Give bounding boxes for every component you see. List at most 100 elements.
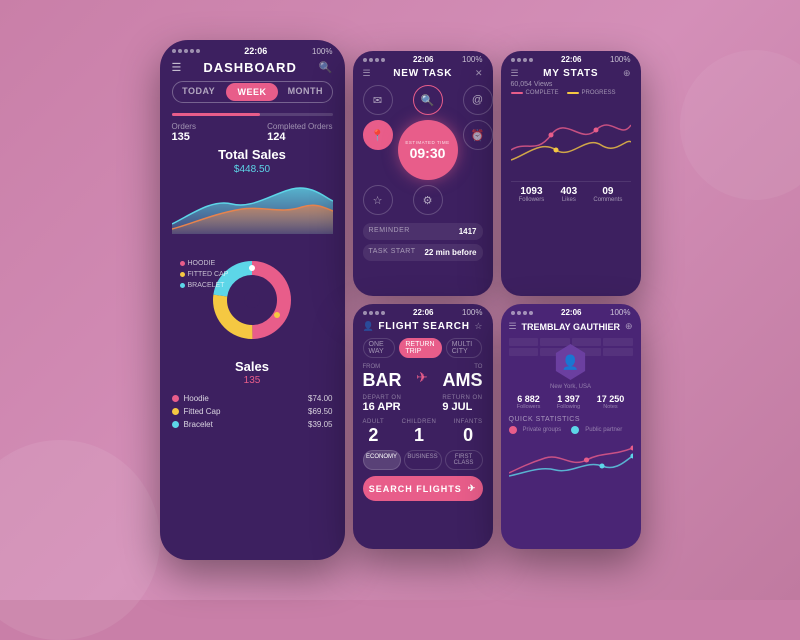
fs-dates-row: DEPART ON 16 APR RETURN ON 9 JUL	[363, 395, 483, 413]
legend-label-hoodie: Hoodie	[184, 394, 209, 403]
fs-class-economy[interactable]: ECONOMY	[363, 450, 401, 470]
fs-tab-multi[interactable]: MULTI CITY	[446, 338, 483, 358]
flight-content: 👤 FLIGHT SEARCH ☆ ONE WAY RETURN TRIP MU…	[353, 319, 493, 509]
new-task-phone: 22:06 100% ☰ NEW TASK ✕ ✉ 🔍	[353, 51, 493, 296]
ms-likes: 403 Likes	[560, 186, 577, 203]
pr-battery: 100%	[610, 308, 630, 317]
dashboard-header: ☰ DASHBOARD 🔍	[172, 58, 333, 81]
fs-header: 👤 FLIGHT SEARCH ☆	[363, 321, 483, 332]
fs-tab-oneway[interactable]: ONE WAY	[363, 338, 396, 358]
pr-header: ☰ TREMBLAY GAUTHIER ⊕	[509, 321, 633, 332]
progress-bar-wrap	[172, 113, 333, 116]
pr-hamburger-icon[interactable]: ☰	[509, 321, 517, 332]
pr-partner-row: Private groups Public partner	[509, 426, 633, 434]
tab-week[interactable]: WEEK	[226, 83, 278, 101]
nt-status-bar: 22:06 100%	[353, 51, 493, 66]
pr-quick-stats-title: QUICK STATISTICS	[509, 416, 633, 423]
nt-signal	[363, 58, 385, 62]
hamburger-icon[interactable]: ☰	[172, 61, 182, 74]
completed-num: 124	[267, 131, 332, 143]
flight-search-phone: 22:06 100% 👤 FLIGHT SEARCH ☆ ONE WAY RET…	[353, 304, 493, 549]
tab-month[interactable]: MONTH	[279, 82, 331, 102]
nt-reminder-row: REMINDER 1417	[363, 223, 483, 240]
ms-time: 22:06	[561, 55, 581, 64]
fs-plane-icon: ✈	[416, 369, 428, 386]
fs-class-business[interactable]: BUSINESS	[404, 450, 442, 470]
fs-tab-return[interactable]: RETURN TRIP	[399, 338, 441, 358]
nt-hamburger-icon[interactable]: ☰	[363, 68, 371, 79]
ms-legend-complete: COMPLETE	[511, 90, 559, 96]
nt-timer: ESTIMATED TIME 09:30	[398, 120, 458, 180]
orders-label: Orders	[172, 122, 196, 131]
donut-label-hoodie: HOODIE	[180, 260, 229, 267]
pr-private-label: Private groups	[523, 427, 562, 433]
pr-notes-label: Notes	[597, 404, 625, 410]
orders-row: Orders 135 Completed Orders 124	[172, 122, 333, 143]
pr-signal	[511, 311, 533, 315]
nt-at-icon[interactable]: @	[463, 85, 493, 115]
pr-notes-num: 17 250	[597, 394, 625, 404]
ms-followers-label: Followers	[519, 197, 545, 203]
fs-star-icon[interactable]: ☆	[474, 321, 482, 332]
nt-pin-icon[interactable]: 📍	[363, 120, 393, 150]
ms-legend: COMPLETE PROGRESS	[511, 90, 631, 96]
nt-taskstart-label: TASK START	[369, 248, 416, 257]
my-stats-phone: 22:06 100% ☰ MY STATS ⊕ 60,054 Views	[501, 51, 641, 296]
fs-from-city: BAR	[363, 370, 402, 391]
ms-title: MY STATS	[519, 68, 623, 79]
nt-taskstart-val: 22 min before	[424, 248, 476, 257]
pr-quick-chart	[509, 438, 633, 478]
legend-hoodie: Hoodie $74.00	[172, 394, 333, 403]
search-flights-button[interactable]: SEARCH FLIGHTS ✈	[363, 476, 483, 501]
ms-battery: 100%	[610, 55, 630, 64]
nt-header: ☰ NEW TASK ✕	[363, 68, 483, 79]
nt-star-icon[interactable]: ☆	[363, 185, 393, 215]
status-bar: 22:06 100%	[160, 40, 345, 58]
pr-location: New York, USA	[509, 384, 633, 390]
fs-time: 22:06	[413, 308, 433, 317]
ms-add-icon[interactable]: ⊕	[623, 68, 631, 79]
ms-likes-num: 403	[560, 186, 577, 197]
ms-signal	[511, 58, 533, 62]
fs-return-date: 9 JUL	[442, 401, 482, 413]
ms-legend-line-complete	[511, 92, 523, 94]
fs-children-num: 1	[402, 425, 437, 446]
dashboard-title: DASHBOARD	[181, 60, 318, 75]
nt-settings-icon[interactable]: ⚙	[413, 185, 443, 215]
status-time: 22:06	[244, 46, 267, 56]
search-plane-icon: ✈	[468, 483, 477, 494]
small-phones-column: 22:06 100% ☰ NEW TASK ✕ ✉ 🔍	[353, 51, 641, 549]
orders-num: 135	[172, 131, 196, 143]
decorative-circle-1	[0, 440, 160, 640]
fs-to-city: AMS	[442, 370, 482, 391]
legend-fittedcap: Fitted Cap $69.50	[172, 407, 333, 416]
ms-legend-progress: PROGRESS	[567, 90, 616, 96]
nt-clock-icon[interactable]: ⏰	[463, 120, 493, 150]
fs-class-tabs: ECONOMY BUSINESS FIRST CLASS	[363, 450, 483, 470]
nt-taskstart-row: TASK START 22 min before	[363, 244, 483, 261]
search-flights-label: SEARCH FLIGHTS	[369, 484, 462, 494]
nt-close-icon[interactable]: ✕	[475, 68, 483, 79]
nt-search-icon[interactable]: 🔍	[413, 85, 443, 115]
period-tabs: TODAY WEEK MONTH	[172, 81, 333, 103]
profile-content: ☰ TREMBLAY GAUTHIER ⊕	[501, 319, 641, 489]
fs-class-first[interactable]: FIRST CLASS	[445, 450, 483, 470]
area-chart	[172, 179, 333, 234]
nt-mail-icon[interactable]: ✉	[363, 85, 393, 115]
donut-label-fittedcap: FITTED CAP	[180, 271, 229, 278]
pr-private-dot	[509, 426, 517, 434]
nt-icons-grid: ✉ 🔍 @ 📍 ESTIMATED TIME 09:30 ⏰ ⚙ ☆	[363, 85, 483, 215]
search-icon[interactable]: 🔍	[319, 61, 333, 74]
nt-reminder-val: 1417	[459, 227, 477, 236]
fs-user-icon[interactable]: 👤	[363, 321, 374, 332]
pr-following-num: 1 397	[557, 394, 580, 404]
ms-comments: 09 Comments	[593, 186, 622, 203]
pr-name: TREMBLAY GAUTHIER	[517, 322, 625, 332]
pr-stats-row: 6 882 Followers 1 397 Following 17 250 N…	[509, 394, 633, 410]
ms-hamburger-icon[interactable]: ☰	[511, 68, 519, 79]
tab-today[interactable]: TODAY	[173, 82, 225, 102]
fs-signal	[363, 311, 385, 315]
top-phones-row: 22:06 100% ☰ NEW TASK ✕ ✉ 🔍	[353, 51, 641, 296]
app-background: 22:06 100% ☰ DASHBOARD 🔍 TODAY WEEK MONT…	[0, 0, 800, 600]
pr-settings-icon[interactable]: ⊕	[625, 321, 633, 332]
